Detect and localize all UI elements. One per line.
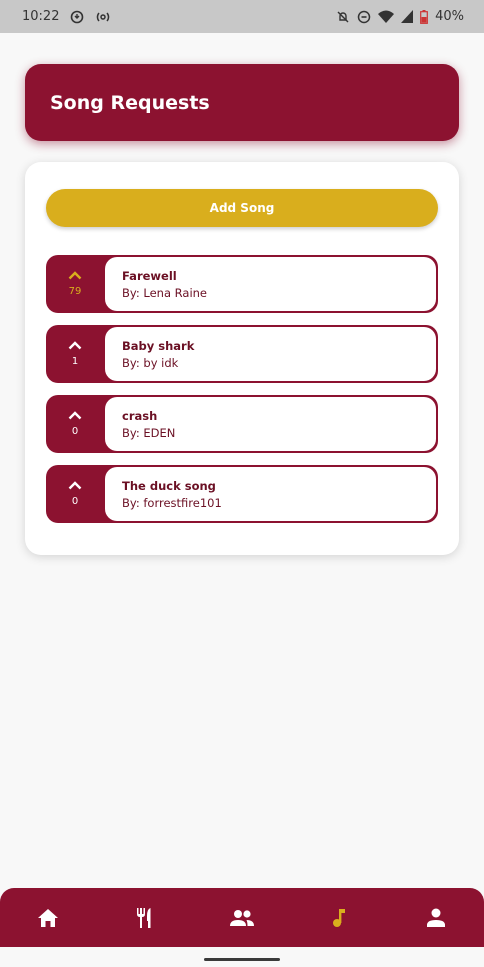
sync-icon (70, 10, 84, 24)
song-artist: By: EDEN (122, 425, 176, 440)
song-item: 79 Farewell By: Lena Raine (46, 255, 438, 313)
upvote-button[interactable]: 1 (46, 325, 104, 383)
vote-count: 0 (71, 426, 79, 437)
song-requests-card: Add Song 79 Farewell By: Lena Raine 1 Ba… (25, 162, 459, 555)
wifi-icon (378, 10, 395, 23)
chevron-up-icon (68, 341, 82, 356)
nav-home[interactable] (0, 888, 97, 947)
upvote-button[interactable]: 0 (46, 465, 104, 523)
nav-music[interactable] (290, 888, 387, 947)
song-list: 79 Farewell By: Lena Raine 1 Baby shark … (46, 255, 438, 535)
vote-count: 1 (71, 356, 79, 367)
song-artist: By: forrestfire101 (122, 495, 222, 510)
chevron-up-icon (68, 411, 82, 426)
nav-profile[interactable] (387, 888, 484, 947)
song-item: 1 Baby shark By: by idk (46, 325, 438, 383)
people-icon (229, 909, 255, 927)
song-info[interactable]: Farewell By: Lena Raine (105, 257, 436, 311)
chevron-up-icon (68, 271, 82, 286)
home-indicator[interactable] (204, 958, 280, 961)
person-icon (426, 908, 446, 928)
song-artist: By: by idk (122, 355, 179, 370)
home-icon (37, 908, 59, 928)
battery-percent: 40% (435, 9, 464, 24)
dnd-icon (357, 10, 371, 24)
music-note-icon (332, 908, 346, 928)
song-title: Baby shark (122, 338, 195, 353)
upvote-button[interactable]: 79 (46, 255, 104, 313)
song-title: Farewell (122, 268, 177, 283)
status-time: 10:22 (22, 9, 60, 24)
status-bar: 10:22 40% (0, 0, 484, 33)
nav-dining[interactable] (97, 888, 194, 947)
song-title: crash (122, 408, 158, 423)
battery-icon (420, 9, 428, 24)
song-info[interactable]: Baby shark By: by idk (105, 327, 436, 381)
vote-count: 0 (71, 496, 79, 507)
song-item: 0 crash By: EDEN (46, 395, 438, 453)
header-card: Song Requests (25, 64, 459, 141)
cast-icon (95, 11, 111, 23)
chevron-up-icon (68, 481, 82, 496)
upvote-button[interactable]: 0 (46, 395, 104, 453)
bottom-nav (0, 888, 484, 947)
add-song-button[interactable]: Add Song (46, 189, 438, 227)
song-title: The duck song (122, 478, 216, 493)
nav-people[interactable] (194, 888, 291, 947)
song-item: 0 The duck song By: forrestfire101 (46, 465, 438, 523)
song-info[interactable]: crash By: EDEN (105, 397, 436, 451)
signal-icon (401, 10, 414, 23)
restaurant-icon (135, 907, 155, 929)
page-title: Song Requests (50, 91, 210, 114)
vote-count: 79 (68, 286, 82, 297)
mute-icon (336, 10, 350, 24)
gesture-area (0, 947, 484, 967)
song-artist: By: Lena Raine (122, 285, 208, 300)
song-info[interactable]: The duck song By: forrestfire101 (105, 467, 436, 521)
